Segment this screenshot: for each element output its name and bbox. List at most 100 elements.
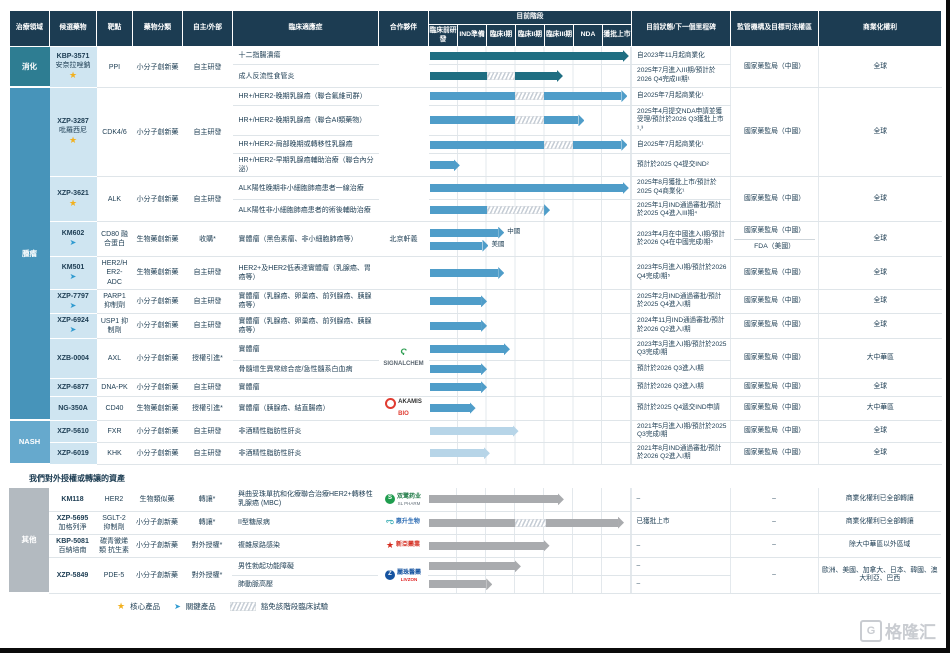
col-header-milestone: 目前狀態/下一個里程碑 bbox=[632, 11, 731, 47]
candidate-cell: XZP-5695加格列淨 bbox=[49, 511, 96, 534]
sl-pharm-logo: S双鹭药业SL PHARM bbox=[379, 492, 427, 508]
candidate-cell: KBP-3571安奈拉唑鈉 bbox=[50, 47, 97, 87]
origin-cell: 轉讓* bbox=[182, 511, 232, 534]
gelonghui-logo-icon: G bbox=[860, 620, 882, 642]
origin-cell: 自主研發 bbox=[183, 257, 233, 289]
col-header-regulator: 監管機構及目標司法權區 bbox=[731, 11, 819, 47]
class-cell: 生物類似藥 bbox=[132, 488, 182, 511]
rights-cell: 商業化權利已全部轉讓 bbox=[818, 511, 941, 534]
rights-cell: 大中華區 bbox=[819, 396, 942, 420]
indication-cell: 實體瘤（乳腺癌、卵巢癌、前列腺癌、胰腺癌等） bbox=[233, 289, 379, 313]
candidate-cell: KM118 bbox=[49, 488, 96, 511]
candidate-cell: XZP-5849 bbox=[49, 557, 96, 593]
milestone-cell: – bbox=[631, 488, 730, 511]
regulator-cell: 國家藥監局（中國）FDA（美國） bbox=[731, 221, 819, 257]
class-cell: 小分子創新藥 bbox=[133, 420, 183, 442]
indication-cell: HR+/HER2-局部晚期或轉移性乳腺癌 bbox=[233, 136, 379, 154]
target-cell: CD40 bbox=[97, 396, 133, 420]
stage-header-approved: 獲批上市 bbox=[603, 24, 632, 47]
target-cell: KHK bbox=[97, 442, 133, 464]
indication-cell: 肺動脈高壓 bbox=[232, 575, 378, 593]
target-cell: HER2 bbox=[96, 488, 132, 511]
milestone-cell: 自2025年7月起商業化¹ bbox=[632, 87, 731, 105]
key-product-arrow-icon bbox=[70, 274, 77, 281]
origin-cell: 自主研發 bbox=[183, 442, 233, 464]
indication-cell: ALK陽性非小細胞肺癌患者的術後輔助治療 bbox=[233, 199, 379, 221]
indication-cell: 實體瘤（黑色素瘤、非小細胞肺癌等） bbox=[233, 221, 379, 257]
milestone-cell: 2021年5月進入I期/預計於2025 Q3完成I期 bbox=[632, 420, 731, 442]
origin-cell: 收購* bbox=[183, 221, 233, 257]
rights-cell: 商業化權利已全部轉讓 bbox=[818, 488, 941, 511]
col-header-indication: 臨床適應症 bbox=[233, 11, 379, 47]
milestone-cell: 已獲批上市 bbox=[631, 511, 730, 534]
class-cell: 小分子創新藥 bbox=[133, 314, 183, 338]
indication-cell: ALK陽性晚期非小細胞肺癌患者一線治療 bbox=[233, 177, 379, 199]
legend-key-product: 關鍵產品 bbox=[174, 601, 216, 612]
indication-cell: 骨髓增生異常綜合症/急性髓系白血病 bbox=[233, 360, 379, 378]
candidate-cell: KBP-5081百納培南 bbox=[49, 534, 96, 557]
col-header-candidate: 候選藥物 bbox=[50, 11, 97, 47]
partner-cell bbox=[379, 314, 429, 338]
milestone-cell: – bbox=[631, 557, 730, 575]
milestone-cell: 自2023年11月起商業化 bbox=[632, 47, 731, 65]
target-cell: HER2/HER2-ADC bbox=[97, 257, 133, 289]
origin-cell: 自主研發 bbox=[183, 420, 233, 442]
milestone-cell: – bbox=[631, 575, 730, 593]
indication-cell: HER2+及HER2低表達實體瘤（乳腺癌、胃癌等） bbox=[233, 257, 379, 289]
stage-bar-cell bbox=[429, 136, 632, 154]
target-cell: FXR bbox=[97, 420, 133, 442]
partner-cell: S双鹭药业SL PHARM bbox=[378, 488, 428, 511]
indication-cell: HR+/HER2-晚期乳腺癌（聯合氟維司群） bbox=[233, 87, 379, 105]
target-cell: CD80 融合蛋白 bbox=[97, 221, 133, 257]
akamis-bio-logo: AKAMISBIO bbox=[380, 398, 428, 419]
stage-bar-cell bbox=[428, 575, 631, 593]
partner-cell bbox=[379, 257, 429, 289]
regulator-cell: 國家藥監局（中國） bbox=[731, 442, 819, 464]
livzon-logo: Z麗珠醫藥LIVZON bbox=[379, 568, 427, 584]
legend-waived-phase: 豁免該階段臨床試驗 bbox=[230, 601, 329, 612]
milestone-cell: 2021年8月IND通過審批/預計於2026 Q2進入I期 bbox=[632, 442, 731, 464]
partner-cell: AKAMISBIO bbox=[379, 396, 429, 420]
stage-bar-cell bbox=[429, 314, 632, 338]
milestone-cell: 2024年11月IND通過審批/預計於2026 Q2進入I期 bbox=[632, 314, 731, 338]
rights-cell: 全球 bbox=[819, 420, 942, 442]
regulator-cell: 國家藥監局（中國） bbox=[731, 177, 819, 221]
indication-cell: II型糖尿病 bbox=[232, 511, 378, 534]
indication-cell: 實體瘤 bbox=[233, 378, 379, 396]
hatch-swatch-icon bbox=[230, 602, 256, 611]
partner-cell: ★新亞藥業 bbox=[378, 534, 428, 557]
milestone-cell: 2025年2月IND通過審批/預計於2025 Q4進入I期 bbox=[632, 289, 731, 313]
origin-cell: 自主研發 bbox=[183, 378, 233, 396]
indication-cell: HR+/HER2-晚期乳腺癌（聯合AI類藥物） bbox=[233, 105, 379, 136]
indication-cell: 非酒精性脂肪性肝炎 bbox=[233, 442, 379, 464]
class-cell: 小分子創新藥 bbox=[133, 289, 183, 313]
col-header-class: 藥物分類 bbox=[133, 11, 183, 47]
milestone-cell: 預計於2026 Q3進入I期 bbox=[632, 360, 731, 378]
table-header: 治療領域 候選藥物 靶點 藥物分類 自主/外部 臨床適應症 合作夥伴 目前階段 … bbox=[10, 11, 942, 47]
regulator-cell: 國家藥監局（中國） bbox=[731, 420, 819, 442]
regulator-cell: 國家藥監局（中國） bbox=[731, 289, 819, 313]
milestone-cell: 2025年1月IND通過審批/預計於2025 Q4進入III期⁴ bbox=[632, 199, 731, 221]
indication-cell: 十二指腸潰瘍 bbox=[233, 47, 379, 65]
class-cell: 生物藥創新藥 bbox=[133, 396, 183, 420]
col-header-therapy-area: 治療領域 bbox=[10, 11, 50, 47]
key-product-arrow-icon bbox=[70, 240, 77, 247]
origin-cell: 自主研發 bbox=[183, 314, 233, 338]
class-cell: 小分子創新藥 bbox=[133, 177, 183, 221]
indication-cell: 實體瘤（胰腺癌、結直腸癌） bbox=[233, 396, 379, 420]
target-cell: PPI bbox=[97, 47, 133, 87]
partner-cell bbox=[379, 177, 429, 221]
class-cell: 小分子創新藥 bbox=[133, 378, 183, 396]
regulator-cell: 國家藥監局（中國） bbox=[731, 378, 819, 396]
candidate-cell: XZP-6877 bbox=[50, 378, 97, 396]
pipeline-table: 治療領域 候選藥物 靶點 藥物分類 自主/外部 臨床適應症 合作夥伴 目前階段 … bbox=[9, 10, 942, 465]
stage-bar-cell bbox=[429, 396, 632, 420]
target-cell: 碳青黴烯類 抗生素 bbox=[96, 534, 132, 557]
partner-cell bbox=[379, 378, 429, 396]
huisheng-icon: ಌ bbox=[386, 517, 394, 527]
stage-header-nda: NDA bbox=[574, 24, 603, 47]
indication-cell: 非酒精性脂肪性肝炎 bbox=[233, 420, 379, 442]
origin-cell: 自主研發 bbox=[183, 47, 233, 87]
legend: 核心產品 關鍵產品 豁免該階段臨床試驗 bbox=[117, 601, 943, 612]
rights-cell: 全球 bbox=[819, 289, 942, 313]
